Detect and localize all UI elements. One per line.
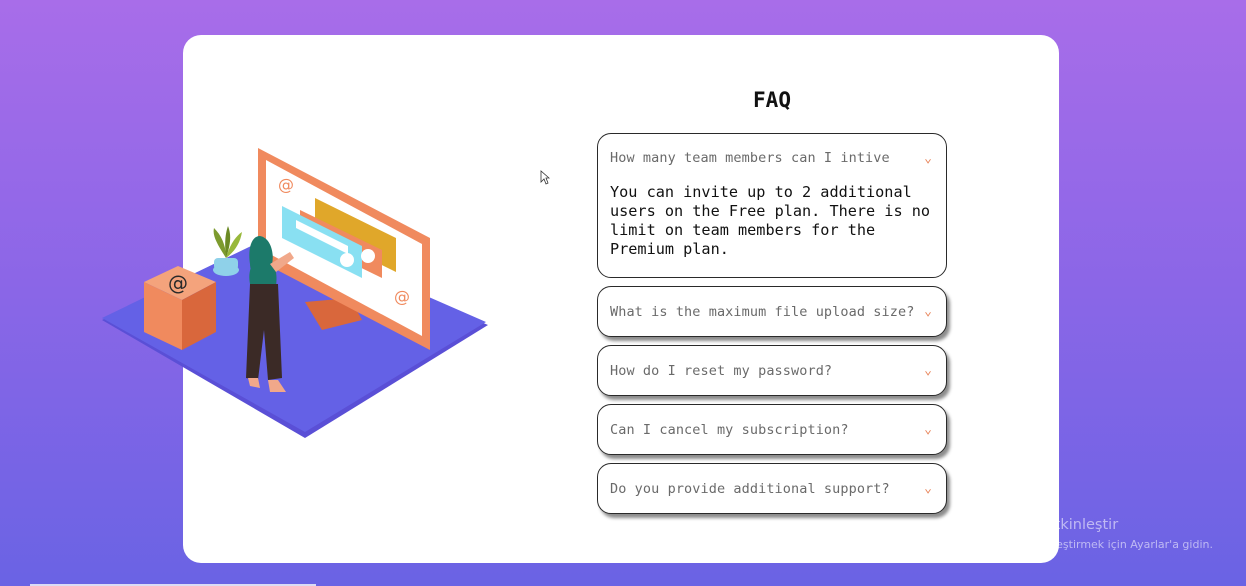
mouse-cursor-icon — [540, 170, 550, 185]
faq-question-toggle[interactable]: Can I cancel my subscription? ⌄ — [610, 405, 932, 454]
chevron-down-icon: ⌄ — [924, 304, 932, 319]
faq-item: Do you provide additional support? ⌄ — [597, 463, 947, 514]
faq-question-toggle[interactable]: Do you provide additional support? ⌄ — [610, 464, 932, 513]
chevron-down-icon: ⌄ — [924, 363, 932, 378]
faq-question: Can I cancel my subscription? — [610, 421, 849, 438]
faq-question-toggle[interactable]: How do I reset my password? ⌄ — [610, 346, 932, 395]
faq-question-toggle[interactable]: What is the maximum file upload size? ⌄ — [610, 287, 932, 336]
faq-item: Can I cancel my subscription? ⌄ — [597, 404, 947, 455]
faq-item: How many team members can I intive ⌄ You… — [597, 133, 947, 278]
at-sign-icon: @ — [168, 271, 188, 295]
faq-question-toggle[interactable]: How many team members can I intive ⌄ — [610, 134, 932, 182]
chevron-down-icon: ⌄ — [924, 481, 932, 496]
windows-activation-watermark: Windows'u Etkinleştir Windows'u etkinleş… — [963, 517, 1213, 551]
watermark-subtitle: Windows'u etkinleştirmek için Ayarlar'a … — [963, 538, 1213, 551]
faq-question: How do I reset my password? — [610, 362, 833, 379]
svg-text:@: @ — [278, 175, 294, 194]
faq-question: What is the maximum file upload size? — [610, 303, 915, 320]
faq-answer: You can invite up to 2 additional users … — [610, 183, 931, 258]
page-title: FAQ — [753, 88, 791, 112]
chevron-down-icon: ⌄ — [924, 422, 932, 437]
watermark-title: Windows'u Etkinleştir — [963, 517, 1119, 533]
woman-at-screen-illustration: @ @ @ — [102, 148, 488, 438]
chevron-down-icon: ⌄ — [924, 150, 932, 166]
faq-item: What is the maximum file upload size? ⌄ — [597, 286, 947, 337]
svg-text:@: @ — [394, 287, 410, 306]
faq-question: How many team members can I intive — [610, 150, 890, 166]
faq-item: How do I reset my password? ⌄ — [597, 345, 947, 396]
faq-list: How many team members can I intive ⌄ You… — [597, 133, 947, 522]
faq-question: Do you provide additional support? — [610, 480, 890, 497]
